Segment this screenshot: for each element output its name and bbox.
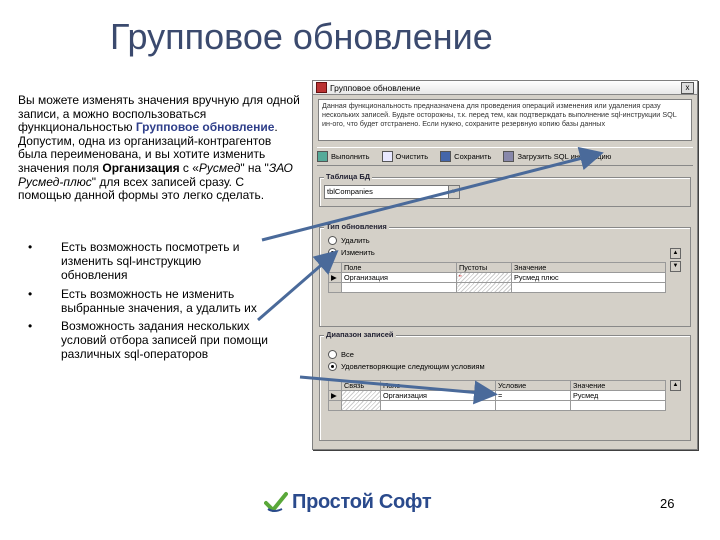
cell-empty[interactable]: " (456, 272, 512, 283)
col-value: Значение (511, 262, 666, 273)
radio-change-label: Изменить (341, 248, 375, 257)
dialog-titlebar: Групповое обновление x (313, 81, 697, 95)
slide-title: Групповое обновление (110, 16, 493, 57)
clear-button[interactable]: Очистить (381, 151, 429, 162)
table-row[interactable]: ▶ Организация " Русмед плюс (328, 272, 666, 283)
cell-empty-row[interactable] (341, 282, 457, 293)
load-sql-button[interactable]: Загрузить SQL инструкцию (503, 151, 611, 162)
company-logo: Простой Софт (264, 489, 432, 515)
cell-field[interactable]: Организация (380, 390, 496, 401)
cell-link[interactable] (341, 390, 381, 401)
row-selector[interactable]: ▶ (328, 390, 342, 401)
radio-delete-dot[interactable] (328, 236, 337, 245)
table-row[interactable] (328, 400, 666, 411)
col-field: Поле (341, 262, 457, 273)
cell-empty-row[interactable] (570, 400, 666, 411)
logo-text: Простой Софт (292, 490, 432, 513)
record-range-group: Диапазон записей Все Удовлетворяющие сле… (319, 330, 691, 441)
intro-old-value: Русмед (198, 160, 241, 175)
add-row-icon[interactable]: ▲ (670, 248, 681, 259)
radio-conditions[interactable]: Удовлетворяющие следующим условиям (328, 362, 485, 371)
row-header-cell (328, 380, 342, 391)
col-value: Значение (570, 380, 666, 391)
col-condition: Условие (495, 380, 571, 391)
group-update-dialog: Групповое обновление x Данная функционал… (312, 80, 698, 450)
cell-value[interactable]: Русмед плюс (511, 272, 666, 283)
row-selector[interactable] (328, 282, 342, 293)
table-select-value: tblCompanies (327, 187, 373, 196)
radio-all-label: Все (341, 350, 354, 359)
add-condition-icon[interactable]: ▲ (670, 380, 681, 391)
close-button[interactable]: x (681, 81, 694, 94)
info-text: Данная функциональность предназначена дл… (318, 99, 692, 141)
load-sql-icon (503, 151, 515, 162)
app-icon (316, 82, 327, 93)
row-selector[interactable] (328, 400, 342, 411)
cell-empty-row[interactable] (341, 400, 381, 411)
clear-label: Очистить (395, 152, 429, 161)
radio-conditions-dot[interactable] (328, 362, 337, 371)
load-sql-label: Загрузить SQL инструкцию (517, 152, 612, 161)
cell-empty-row[interactable] (456, 282, 512, 293)
table-row[interactable]: ▶ Организация = Русмед (328, 390, 666, 401)
table-row[interactable] (328, 282, 666, 293)
radio-change-dot[interactable] (328, 248, 337, 257)
chevron-down-icon[interactable]: ▼ (448, 186, 459, 198)
intro-text: Вы можете изменять значения вручную для … (18, 93, 300, 203)
update-fields-table: Поле Пустоты Значение ▶ Организация " Ру… (328, 262, 666, 293)
radio-change[interactable]: Изменить (328, 248, 375, 257)
row-selector[interactable]: ▶ (328, 272, 342, 283)
table-header-row: Поле Пустоты Значение (328, 262, 666, 273)
cell-value[interactable]: Русмед (570, 390, 666, 401)
col-field: Поле (380, 380, 496, 391)
table-group: Таблица БД tblCompanies ▼ (319, 172, 691, 207)
save-icon (440, 151, 452, 162)
cell-empty-row[interactable] (380, 400, 496, 411)
cell-empty-row[interactable] (495, 400, 571, 411)
update-type-group: Тип обновления Удалить Изменить ▲ ▼ Поле… (319, 222, 691, 327)
save-label: Сохранить (454, 152, 492, 161)
radio-delete-label: Удалить (341, 236, 370, 245)
col-link: Связь (341, 380, 381, 391)
run-button[interactable]: Выполнить (317, 151, 370, 162)
radio-all[interactable]: Все (328, 350, 354, 359)
save-button[interactable]: Сохранить (440, 151, 491, 162)
cell-condition[interactable]: = (495, 390, 571, 401)
table-group-label: Таблица БД (324, 172, 373, 181)
clear-icon (381, 151, 393, 162)
intro-highlight: Групповое обновление (135, 120, 275, 135)
record-range-label: Диапазон записей (324, 330, 396, 339)
page-number: 26 (660, 496, 675, 511)
cell-empty-row[interactable] (511, 282, 666, 293)
radio-delete[interactable]: Удалить (328, 236, 370, 245)
col-empty: Пустоты (456, 262, 512, 273)
check-leaf-icon (264, 492, 288, 512)
feature-item-sql: Есть возможность посмотреть и изменить s… (18, 240, 268, 283)
intro-part3: с « (179, 160, 199, 175)
dialog-title: Групповое обновление (330, 82, 421, 93)
feature-item-conditions: Возможность задания нескольких условий о… (18, 319, 268, 362)
cell-field[interactable]: Организация (341, 272, 457, 283)
row-header-cell (328, 262, 342, 273)
table-select[interactable]: tblCompanies ▼ (324, 185, 460, 199)
feature-list: Есть возможность посмотреть и изменить s… (18, 240, 268, 366)
radio-all-dot[interactable] (328, 350, 337, 359)
remove-row-icon[interactable]: ▼ (670, 261, 681, 272)
dialog-toolbar: Выполнить Очистить Сохранить Загрузить S… (317, 147, 693, 166)
radio-conditions-label: Удовлетворяющие следующим условиям (341, 362, 485, 371)
intro-part4: " на " (240, 160, 269, 175)
run-icon (317, 151, 328, 162)
conditions-table: Связь Поле Условие Значение ▶ Организаци… (328, 380, 666, 411)
feature-item-delete: Есть возможность не изменить выбранные з… (18, 287, 268, 315)
run-label: Выполнить (331, 152, 370, 161)
update-type-label: Тип обновления (324, 222, 389, 231)
intro-field: Организация (102, 160, 180, 175)
table-header-row: Связь Поле Условие Значение (328, 380, 666, 391)
